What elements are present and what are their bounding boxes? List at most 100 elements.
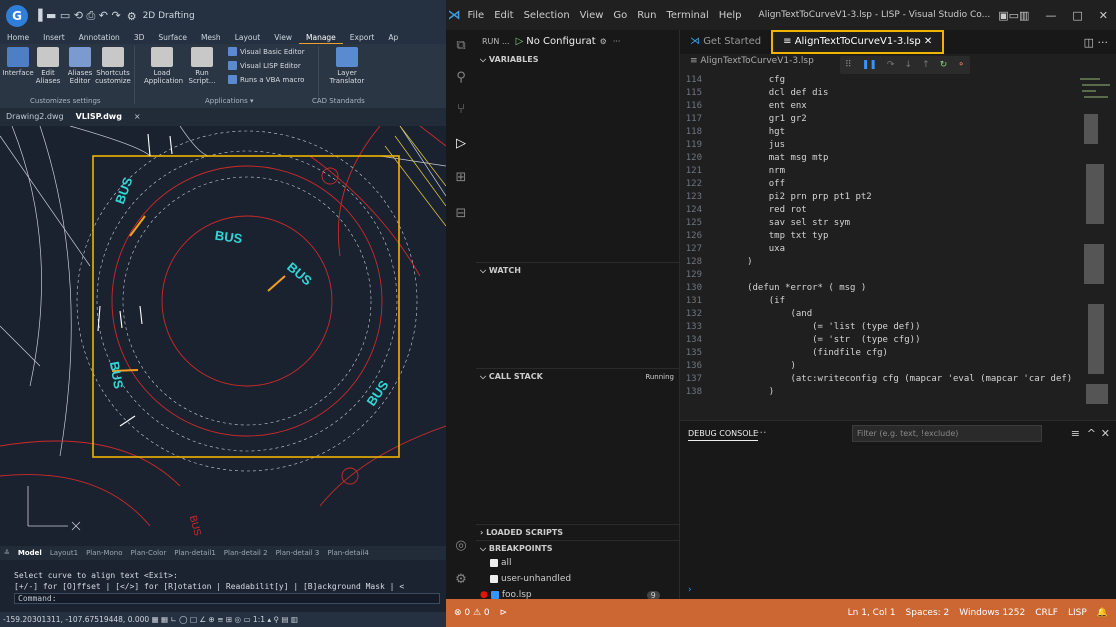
tab-aligntext-lsp[interactable]: ≡ AlignTextToCurveV1-3.lsp ✕ — [771, 30, 945, 54]
menu-run[interactable]: Run — [632, 10, 661, 21]
ribbon-tab-home[interactable]: Home — [0, 32, 36, 44]
pause-icon[interactable]: ❚❚ — [862, 60, 877, 70]
stop-icon[interactable]: ⚬ — [957, 60, 965, 70]
close-window-icon[interactable]: ✕ — [1091, 9, 1116, 22]
layout-tab-model[interactable]: Model — [14, 549, 46, 557]
workspace-title[interactable]: 2D Drafting — [143, 11, 195, 21]
code-line[interactable]: 114 cfg — [680, 74, 1076, 87]
code-line[interactable]: 120 mat msg mtp — [680, 152, 1076, 165]
aliases-editor-button[interactable]: Aliases Editor — [62, 47, 98, 85]
layout-tab-plan-mono[interactable]: Plan-Mono — [82, 549, 126, 557]
status-encoding[interactable]: Windows 1252 — [959, 608, 1035, 618]
code-line[interactable]: 138 ) — [680, 386, 1076, 399]
layout-tab-plan-detail3[interactable]: Plan-detail 3 — [272, 549, 324, 557]
menu-terminal[interactable]: Terminal — [661, 10, 713, 21]
code-line[interactable]: 128 ) — [680, 256, 1076, 269]
code-line[interactable]: 133 (= 'list (type def)) — [680, 321, 1076, 334]
code-view[interactable]: 114 cfg 115 dcl def dis 116 ent enx 117 gr1… — [680, 74, 1076, 412]
status-toggle-icons[interactable]: ▦ ▦ ∟ ◯ □ ∠ ⊕ ≡ ⊞ ◎ ▭ 1:1 ▴ ⚲ ▤ ▥ — [152, 615, 298, 624]
status-position[interactable]: Ln 1, Col 1 — [848, 608, 906, 618]
split-editor-icon[interactable]: ◫ ··· — [1084, 36, 1116, 49]
restart-icon[interactable]: ↻ — [940, 60, 948, 70]
menu-view[interactable]: View — [575, 10, 609, 21]
layer-translator-button[interactable]: Layer Translator — [326, 47, 368, 85]
doc-tab-drawing2[interactable]: Drawing2.dwg — [0, 108, 70, 126]
visual-basic-editor-button[interactable]: Visual Basic Editor — [228, 47, 305, 56]
ribbon-tab-layout[interactable]: Layout — [228, 32, 268, 44]
tabs-menu-icon[interactable]: ≚ — [0, 549, 14, 557]
ribbon-tab-annotation[interactable]: Annotation — [72, 32, 127, 44]
maximize-panel-icon[interactable]: ^ — [1087, 427, 1096, 440]
variables-section[interactable]: ⌵ VARIABLES — [476, 52, 680, 68]
ribbon-tab-export[interactable]: Export — [343, 32, 382, 44]
command-input[interactable]: Command: — [14, 593, 440, 604]
workspace-icon[interactable]: ⚙ — [127, 10, 137, 23]
breakpoint-all[interactable]: all — [490, 558, 512, 568]
close-tab-icon[interactable]: × — [128, 108, 147, 126]
console-filter-input[interactable]: Filter (e.g. text, !exclude) — [852, 425, 1042, 442]
checkbox[interactable] — [490, 591, 499, 599]
quick-access-toolbar[interactable]: ▐ ▬ ▭ ⟲ ⎙ ↶ ↷ — [34, 9, 121, 23]
code-line[interactable]: 115 dcl def dis — [680, 87, 1076, 100]
code-line[interactable]: 123 pi2 prn prp pt1 pt2 — [680, 191, 1076, 204]
ribbon-tab-3d[interactable]: 3D — [127, 32, 152, 44]
console-prompt-icon[interactable]: › — [688, 585, 692, 595]
tab-get-started[interactable]: ⋊ Get Started — [680, 30, 771, 54]
panel-more-icon[interactable]: ··· — [756, 426, 767, 439]
code-line[interactable]: 130 (defun *error* ( msg ) — [680, 282, 1076, 295]
doc-tab-vlisp[interactable]: VLISP.dwg — [70, 108, 128, 126]
code-line[interactable]: 118 hgt — [680, 126, 1076, 139]
ribbon-tab-view[interactable]: View — [267, 32, 299, 44]
code-line[interactable]: 117 gr1 gr2 — [680, 113, 1076, 126]
menu-go[interactable]: Go — [608, 10, 632, 21]
extensions-icon[interactable]: ⊞ — [446, 170, 476, 194]
status-language[interactable]: LISP — [1068, 608, 1097, 618]
watch-section[interactable]: ⌵ WATCH — [476, 262, 680, 278]
load-application-button[interactable]: Load Application — [144, 47, 183, 85]
ribbon-tab-manage[interactable]: Manage — [299, 32, 343, 44]
code-line[interactable]: 137 (atc:writeconfig cfg (mapcar 'eval (… — [680, 373, 1076, 386]
call-stack-section[interactable]: ⌵ CALL STACK Running — [476, 368, 680, 384]
code-line[interactable]: 132 (and — [680, 308, 1076, 321]
menu-selection[interactable]: Selection — [519, 10, 575, 21]
shortcuts-button[interactable]: Shortcuts customize — [95, 47, 131, 85]
drawing-canvas[interactable]: BUS BUS BUS BUS BUS BUS — [0, 125, 446, 546]
close-tab-icon[interactable]: ✕ — [924, 36, 932, 47]
layout-tab-plan-detail1[interactable]: Plan-detail1 — [170, 549, 220, 557]
drag-handle-icon[interactable]: ⠿ — [845, 60, 852, 70]
layout-controls-icon[interactable]: ▣▭▥ — [990, 9, 1037, 22]
layout-tab-layout1[interactable]: Layout1 — [46, 549, 82, 557]
code-line[interactable]: 134 (= 'str (type cfg)) — [680, 334, 1076, 347]
code-line[interactable]: 124 red rot — [680, 204, 1076, 217]
code-line[interactable]: 125 sav sel str sym — [680, 217, 1076, 230]
layout-tab-plan-detail4[interactable]: Plan-detail4 — [323, 549, 373, 557]
debug-status-icon[interactable]: ⊳ — [490, 608, 508, 618]
source-control-icon[interactable]: ⑂ — [446, 102, 476, 126]
checkbox[interactable] — [490, 559, 498, 567]
ribbon-tab-ap[interactable]: Ap — [381, 32, 405, 44]
minimize-icon[interactable]: — — [1037, 9, 1064, 22]
menu-edit[interactable]: Edit — [489, 10, 518, 21]
code-line[interactable]: 116 ent enx — [680, 100, 1076, 113]
more-actions-icon[interactable]: ··· — [613, 37, 621, 46]
edit-aliases-button[interactable]: Edit Aliases — [30, 47, 66, 85]
step-into-icon[interactable]: ↓ — [905, 60, 913, 70]
problems-indicator[interactable]: ⊗ 0 ⚠ 0 — [446, 608, 490, 618]
menu-help[interactable]: Help — [714, 10, 747, 21]
debug-console-tab[interactable]: DEBUG CONSOLE — [688, 429, 759, 441]
code-line[interactable]: 126 tmp txt typ — [680, 230, 1076, 243]
search-icon[interactable]: ⚲ — [446, 70, 476, 94]
breakpoint-user-unhandled[interactable]: user-unhandled — [490, 574, 571, 584]
group-applications[interactable]: Applications ▾ — [205, 97, 254, 105]
breakpoints-section[interactable]: ⌵ BREAKPOINTS — [476, 540, 680, 556]
run-configuration-select[interactable]: No Configurat — [526, 36, 595, 47]
code-line[interactable]: 129 — [680, 269, 1076, 282]
remote-icon[interactable]: ⊟ — [446, 206, 476, 230]
manage-gear-icon[interactable]: ⚙ — [446, 572, 476, 596]
code-line[interactable]: 127 uxa — [680, 243, 1076, 256]
code-line[interactable]: 131 (if — [680, 295, 1076, 308]
explorer-icon[interactable]: ⧉ — [446, 38, 476, 62]
clear-console-icon[interactable]: ≡ — [1071, 427, 1080, 440]
ribbon-tab-surface[interactable]: Surface — [151, 32, 194, 44]
maximize-icon[interactable]: □ — [1064, 9, 1090, 22]
